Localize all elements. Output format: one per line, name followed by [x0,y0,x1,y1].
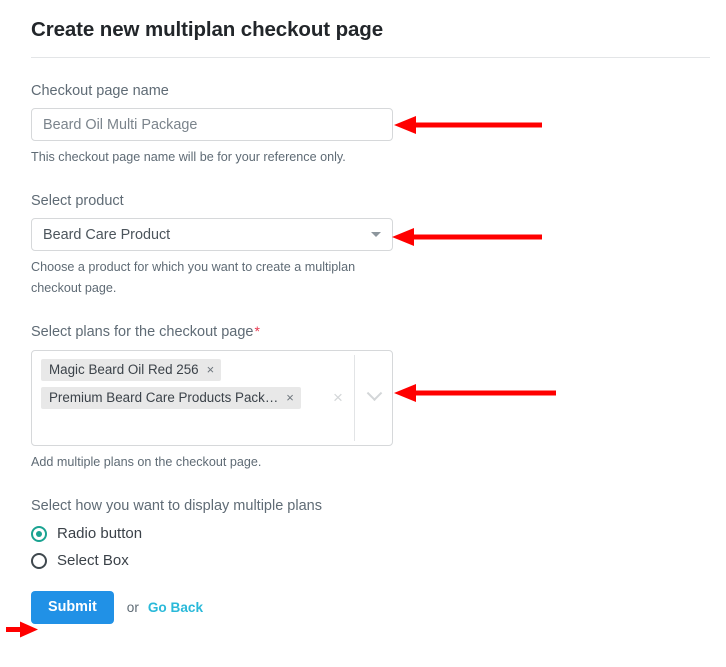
or-separator-label: or [126,600,139,616]
radio-option-label: Select Box [57,552,129,570]
remove-tag-icon[interactable]: × [286,391,294,404]
radio-option-radio-button[interactable]: Radio button [31,525,726,542]
plans-tag-list: Magic Beard Oil Red 256 × Premium Beard … [41,358,341,415]
multiselect-controls: × [324,352,391,444]
field-checkout-page-name: Checkout page name This checkout page na… [31,82,726,168]
checkout-page-name-label: Checkout page name [31,82,169,99]
plan-tag[interactable]: Magic Beard Oil Red 256 × [41,358,222,381]
multiselect-separator [354,354,355,441]
form-footer: Submit or Go Back [31,591,726,624]
chevron-down-icon[interactable] [357,385,391,403]
clear-all-icon[interactable]: × [324,389,352,406]
select-plans-label-text: Select plans for the checkout page [31,324,254,341]
radio-mark-icon [31,525,47,542]
submit-button[interactable]: Submit [31,591,114,624]
display-mode-label: Select how you want to display multiple … [31,498,322,515]
plans-multiselect[interactable]: Magic Beard Oil Red 256 × Premium Beard … [31,349,393,446]
field-display-mode: Select how you want to display multiple … [31,498,726,569]
select-plans-help: Add multiple plans on the checkout page. [31,454,262,469]
remove-tag-icon[interactable]: × [207,363,215,376]
chevron-glyph [366,385,382,402]
radio-option-select-box[interactable]: Select Box [31,552,726,569]
plan-tag-label: Premium Beard Care Products Pack… [49,390,279,406]
header-divider [31,56,710,58]
radio-mark-icon [31,552,47,569]
required-asterisk: * [254,323,260,340]
plan-tag-label: Magic Beard Oil Red 256 [49,362,199,378]
checkout-page-name-input[interactable] [31,108,393,142]
form-area: Checkout page name This checkout page na… [0,82,726,624]
select-product-dropdown[interactable]: Beard Care Product [31,218,393,252]
page-title: Create new multiplan checkout page [31,18,384,41]
select-product-value: Beard Care Product [43,226,171,243]
checkout-page-name-help: This checkout page name will be for your… [31,150,346,165]
go-back-link[interactable]: Go Back [148,600,203,615]
field-select-product: Select product Beard Care Product Choose… [31,192,726,299]
plan-tag[interactable]: Premium Beard Care Products Pack… × [41,386,301,409]
field-select-plans: Select plans for the checkout page* Magi… [31,322,726,472]
select-product-label: Select product [31,192,124,209]
select-product-help: Choose a product for which you want to c… [31,260,356,296]
select-product-wrap: Beard Care Product [31,218,393,252]
page-header: Create new multiplan checkout page [0,0,726,57]
select-plans-label: Select plans for the checkout page* [31,322,726,343]
radio-option-label: Radio button [57,525,143,543]
